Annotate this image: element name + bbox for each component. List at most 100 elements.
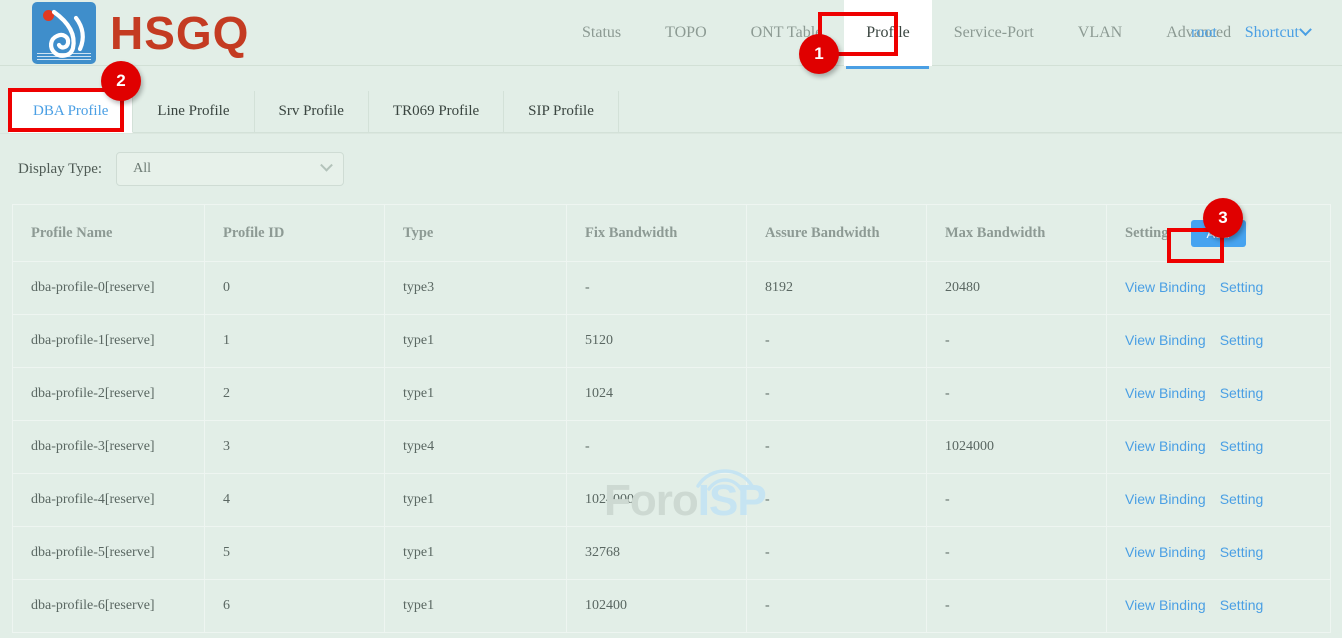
cell-type: type4 [385,421,567,474]
shortcut-menu[interactable]: Shortcut [1231,24,1324,42]
cell-setting: View Binding Setting [1107,421,1331,474]
cell-fix-bandwidth: 5120 [567,315,747,368]
cell-profile-name: dba-profile-5[reserve] [13,527,205,580]
cell-max-bandwidth: - [927,580,1107,633]
cell-profile-id: 5 [205,527,385,580]
cell-profile-id: 6 [205,580,385,633]
subtab-line-profile[interactable]: Line Profile [133,91,254,132]
main-navigation: Status TOPO ONT Table Profile Service-Po… [560,0,1253,66]
cell-assure-bandwidth: - [747,368,927,421]
cell-profile-name: dba-profile-1[reserve] [13,315,205,368]
view-binding-link[interactable]: View Binding [1125,544,1206,560]
cell-max-bandwidth: - [927,474,1107,527]
cell-max-bandwidth: 1024000 [927,421,1107,474]
cell-max-bandwidth: 20480 [927,262,1107,315]
nav-item-vlan[interactable]: VLAN [1056,0,1144,66]
subtab-sip-profile[interactable]: SIP Profile [504,91,619,132]
table-header: Profile Name Profile ID Type Fix Bandwid… [13,205,1331,262]
profile-subtabs: DBA Profile Line Profile Srv Profile TR0… [8,91,1342,133]
setting-link[interactable]: Setting [1220,279,1264,295]
cell-assure-bandwidth: - [747,527,927,580]
setting-link[interactable]: Setting [1220,544,1264,560]
column-header-profile-id: Profile ID [205,205,385,262]
cell-type: type1 [385,315,567,368]
view-binding-link[interactable]: View Binding [1125,332,1206,348]
cell-profile-id: 4 [205,474,385,527]
cell-fix-bandwidth: 1024000 [567,474,747,527]
cell-profile-name: dba-profile-4[reserve] [13,474,205,527]
cell-assure-bandwidth: - [747,315,927,368]
annotation-badge-2: 2 [101,61,141,101]
profile-subtab-bar: DBA Profile Line Profile Srv Profile TR0… [0,66,1342,134]
subtab-srv-profile[interactable]: Srv Profile [255,91,369,132]
cell-type: type1 [385,368,567,421]
cell-type: type1 [385,474,567,527]
cell-profile-id: 2 [205,368,385,421]
dba-profile-table: Profile Name Profile ID Type Fix Bandwid… [12,204,1331,633]
nav-item-profile[interactable]: Profile [844,0,932,66]
setting-link[interactable]: Setting [1220,597,1264,613]
setting-link[interactable]: Setting [1220,491,1264,507]
display-type-label: Display Type: [18,161,102,178]
cell-max-bandwidth: - [927,368,1107,421]
nav-item-service-port[interactable]: Service-Port [932,0,1056,66]
cell-assure-bandwidth: 8192 [747,262,927,315]
hsgq-swirl-logo-icon [32,2,96,64]
cell-assure-bandwidth: - [747,474,927,527]
cell-profile-id: 0 [205,262,385,315]
cell-assure-bandwidth: - [747,421,927,474]
cell-fix-bandwidth: 102400 [567,580,747,633]
app-header: HSGQ Status TOPO ONT Table Profile Servi… [0,0,1342,66]
logo-base-lines [37,53,91,61]
nav-item-status[interactable]: Status [560,0,643,66]
setting-link[interactable]: Setting [1220,332,1264,348]
shortcut-label: Shortcut [1245,24,1299,41]
cell-profile-name: dba-profile-3[reserve] [13,421,205,474]
annotation-badge-3: 3 [1203,198,1243,238]
table-row: dba-profile-3[reserve] 3 type4 - - 10240… [13,421,1331,474]
setting-link[interactable]: Setting [1220,438,1264,454]
view-binding-link[interactable]: View Binding [1125,385,1206,401]
column-header-max-bandwidth: Max Bandwidth [927,205,1107,262]
cell-profile-name: dba-profile-2[reserve] [13,368,205,421]
table-row: dba-profile-5[reserve] 5 type1 32768 - -… [13,527,1331,580]
nav-item-topo[interactable]: TOPO [643,0,729,66]
view-binding-link[interactable]: View Binding [1125,438,1206,454]
cell-setting: View Binding Setting [1107,262,1331,315]
cell-profile-name: dba-profile-0[reserve] [13,262,205,315]
annotation-badge-1: 1 [799,34,839,74]
view-binding-link[interactable]: View Binding [1125,491,1206,507]
cell-fix-bandwidth: 32768 [567,527,747,580]
cell-profile-id: 1 [205,315,385,368]
column-header-fix-bandwidth: Fix Bandwidth [567,205,747,262]
filter-bar: Display Type: All [0,134,1342,204]
chevron-down-icon [320,158,333,171]
table-row: dba-profile-6[reserve] 6 type1 102400 - … [13,580,1331,633]
cell-type: type1 [385,527,567,580]
cell-type: type1 [385,580,567,633]
view-binding-link[interactable]: View Binding [1125,279,1206,295]
display-type-value: All [129,161,322,177]
dba-profile-table-container: ForoISP Profile Name Profile ID Type Fix… [12,204,1330,633]
table-row: dba-profile-2[reserve] 2 type1 1024 - - … [13,368,1331,421]
chevron-down-icon [1299,23,1312,36]
cell-setting: View Binding Setting [1107,474,1331,527]
cell-profile-name: dba-profile-6[reserve] [13,580,205,633]
subtabs-filler [619,91,1342,132]
cell-fix-bandwidth: - [567,421,747,474]
setting-link[interactable]: Setting [1220,385,1264,401]
view-binding-link[interactable]: View Binding [1125,597,1206,613]
cell-assure-bandwidth: - [747,580,927,633]
table-body: dba-profile-0[reserve] 0 type3 - 8192 20… [13,262,1331,633]
subtab-tr069-profile[interactable]: TR069 Profile [369,91,504,132]
table-row: dba-profile-4[reserve] 4 type1 1024000 -… [13,474,1331,527]
cell-fix-bandwidth: - [567,262,747,315]
user-link-root[interactable]: root [1177,24,1231,42]
cell-max-bandwidth: - [927,315,1107,368]
display-type-select[interactable]: All [116,152,344,186]
header-user-area: root Shortcut [1177,0,1324,66]
cell-setting: View Binding Setting [1107,315,1331,368]
column-header-profile-name: Profile Name [13,205,205,262]
brand-logo: HSGQ [32,0,249,66]
cell-setting: View Binding Setting [1107,368,1331,421]
